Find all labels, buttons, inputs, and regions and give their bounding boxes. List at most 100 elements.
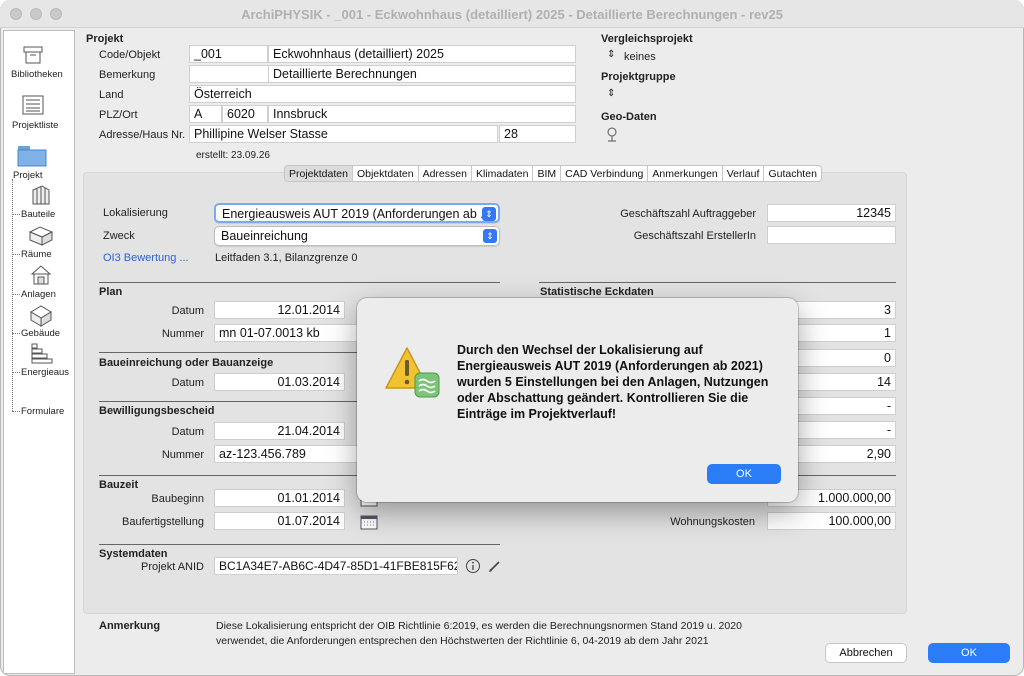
tab-adressen[interactable]: Adressen <box>419 166 472 181</box>
tab-bim[interactable]: BIM <box>533 166 562 181</box>
anid-label: Projekt ANID <box>141 561 204 573</box>
room-box-icon <box>28 226 54 246</box>
zoom-window-button[interactable] <box>50 8 62 20</box>
localization-label: Lokalisierung <box>103 207 168 219</box>
section-divider <box>99 544 500 545</box>
tab-objektdaten[interactable]: Objektdaten <box>353 166 419 181</box>
apartment-cost-field[interactable]: 100.000,00 <box>767 512 896 530</box>
title-bar: ArchiPHYSIK - _001 - Eckwohnhaus (detail… <box>0 0 1024 28</box>
close-window-button[interactable] <box>10 8 22 20</box>
calendar-icon[interactable] <box>360 514 378 530</box>
city-field[interactable]: Innsbruck <box>268 105 576 123</box>
construction-start-field[interactable]: 01.01.2014 <box>214 489 345 507</box>
construction-end-field[interactable]: 01.07.2014 <box>214 512 345 530</box>
tree-line <box>12 294 20 295</box>
permit-date-label: Datum <box>171 426 204 438</box>
plan-date-field[interactable]: 12.01.2014 <box>214 301 345 319</box>
tab-cad-verbindung[interactable]: CAD Verbindung <box>561 166 649 181</box>
tree-line <box>12 214 20 215</box>
code-field[interactable]: _001 <box>189 45 268 63</box>
tree-line <box>12 411 20 412</box>
localization-select[interactable]: Energieausweis AUT 2019 (Anforderungen a… <box>214 203 500 223</box>
chevron-updown-icon: ⇕ <box>483 229 497 243</box>
client-number-field[interactable]: 12345 <box>767 204 896 222</box>
construction-heading: Bauzeit <box>99 479 139 491</box>
object-field[interactable]: Eckwohnhaus (detailliert) 2025 <box>268 45 576 63</box>
tree-line <box>12 333 20 334</box>
stats-heading: Statistische Eckdaten <box>540 286 654 298</box>
sidebar-item-label: Bauteile <box>21 209 56 220</box>
sidebar-item-label: Räume <box>21 249 52 260</box>
street-field[interactable]: Phillipine Welser Stasse <box>189 125 498 143</box>
pencil-icon[interactable] <box>487 558 503 574</box>
creator-number-label: Geschäftszahl ErstellerIn <box>633 230 756 242</box>
compare-value: keines <box>624 51 656 63</box>
anid-field[interactable]: BC1A34E7-AB6C-4D47-85D1-41FBE815F62 <box>214 557 458 575</box>
purpose-value: Baueinreichung <box>221 229 308 243</box>
plan-heading: Plan <box>99 286 123 298</box>
tab-gutachten[interactable]: Gutachten <box>764 166 820 181</box>
info-icon[interactable] <box>465 558 481 574</box>
purpose-label: Zweck <box>103 230 135 242</box>
zip-city-label: PLZ/Ort <box>99 109 138 121</box>
permit-number-label: Nummer <box>161 449 204 461</box>
building-cube-icon <box>30 305 52 327</box>
dialog-message: Durch den Wechsel der Lokalisierung auf … <box>457 343 769 421</box>
permit-heading: Bewilligungsbescheid <box>99 405 215 417</box>
submission-date-label: Datum <box>171 377 204 389</box>
construction-end-label: Baufertigstellung <box>122 516 204 528</box>
localization-value: Energieausweis AUT 2019 (Anforderungen a… <box>222 207 491 221</box>
archive-box-icon <box>23 46 43 64</box>
sidebar-item-label: Anlagen <box>21 289 56 300</box>
energy-stairs-icon <box>31 343 53 364</box>
note-heading: Anmerkung <box>99 620 161 632</box>
tab-verlauf[interactable]: Verlauf <box>723 166 765 181</box>
project-heading: Projekt <box>86 33 124 45</box>
window-title: ArchiPHYSIK - _001 - Eckwohnhaus (detail… <box>241 7 783 22</box>
submission-heading: Baueinreichung oder Bauanzeige <box>99 357 274 369</box>
oi3-link[interactable]: OI3 Bewertung ... <box>103 252 189 264</box>
address-label: Adresse/Haus Nr. <box>99 129 186 141</box>
location-pin-icon[interactable] <box>606 127 618 143</box>
house-number-field[interactable]: 28 <box>499 125 576 143</box>
chevron-updown-icon: ⇕ <box>482 207 496 221</box>
tab-anmerkungen[interactable]: Anmerkungen <box>648 166 723 181</box>
list-icon <box>22 95 44 115</box>
system-heading: Systemdaten <box>99 548 168 560</box>
section-divider <box>539 282 896 283</box>
purpose-select[interactable]: Baueinreichung ⇕ <box>214 226 500 246</box>
country-field[interactable]: Österreich <box>189 85 576 103</box>
warning-icon <box>385 347 440 398</box>
construction-start-label: Baubeginn <box>151 493 204 505</box>
zip-field[interactable]: 6020 <box>222 105 268 123</box>
client-number-label: Geschäftszahl Auftraggeber <box>620 208 756 220</box>
tree-line <box>12 254 20 255</box>
minimize-window-button[interactable] <box>30 8 42 20</box>
group-heading: Projektgruppe <box>601 71 676 83</box>
group-stepper-icon[interactable]: ⇕ <box>607 88 615 99</box>
tab-klimadaten[interactable]: Klimadaten <box>472 166 534 181</box>
ok-button[interactable]: OK <box>928 643 1010 663</box>
remark-field[interactable]: Detaillierte Berechnungen <box>268 65 576 83</box>
permit-date-field[interactable]: 21.04.2014 <box>214 422 345 440</box>
permit-number-field[interactable]: az-123.456.789 <box>214 445 364 463</box>
section-divider <box>99 282 500 283</box>
submission-date-field[interactable]: 01.03.2014 <box>214 373 345 391</box>
sidebar-item-label: Energieaus <box>21 367 70 378</box>
code-label: Code/Objekt <box>99 49 161 61</box>
sidebar-item-label: Projektliste <box>12 120 59 131</box>
plan-number-field[interactable]: mn 01-07.0013 kb <box>214 324 364 342</box>
apartment-cost-label: Wohnungskosten <box>670 516 755 528</box>
compare-stepper-icon[interactable]: ⇕ <box>607 49 615 60</box>
sidebar-item-label: Gebäude <box>21 328 61 339</box>
country-code-field[interactable]: A <box>189 105 222 123</box>
remark-prefix-field[interactable] <box>189 65 268 83</box>
tab-projektdaten[interactable]: Projektdaten <box>285 166 353 181</box>
country-label: Land <box>99 89 124 101</box>
cancel-button[interactable]: Abbrechen <box>825 643 907 663</box>
creator-number-field[interactable] <box>767 226 896 244</box>
plan-number-label: Nummer <box>161 328 204 340</box>
dialog-ok-button[interactable]: OK <box>707 464 781 484</box>
alert-dialog: Durch den Wechsel der Lokalisierung auf … <box>357 298 798 502</box>
app-window: ArchiPHYSIK - _001 - Eckwohnhaus (detail… <box>0 0 1024 676</box>
